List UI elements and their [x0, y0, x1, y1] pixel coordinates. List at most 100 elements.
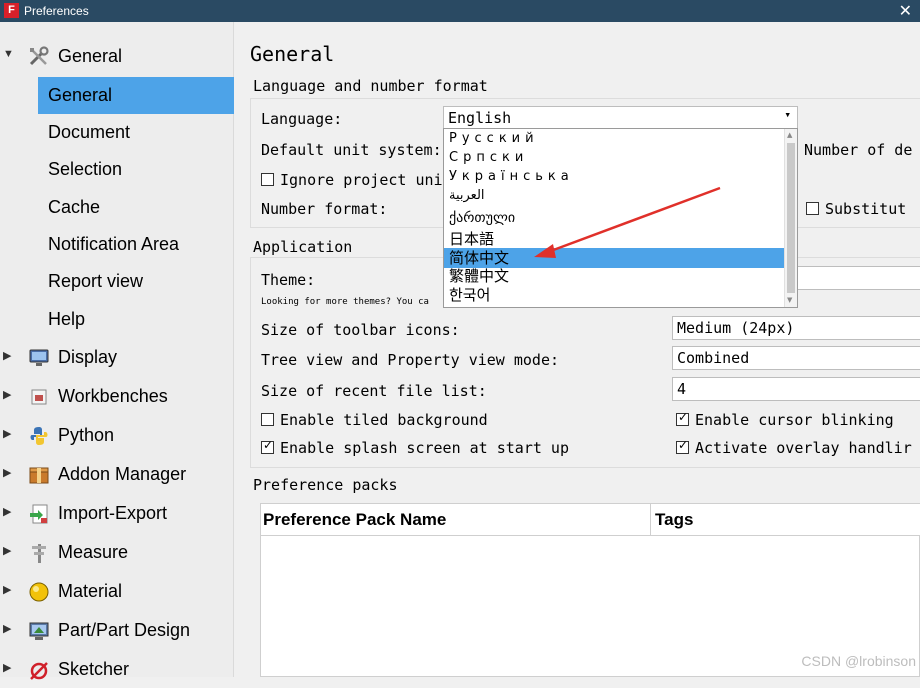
tree-group-material[interactable]: ▶ Material: [0, 573, 234, 610]
dropdown-scrollbar[interactable]: ▲ ▼: [784, 129, 797, 307]
checkbox-box[interactable]: [261, 173, 274, 186]
tree-mode-combo[interactable]: Combined: [672, 346, 920, 370]
tree-mode-label: Tree view and Property view mode:: [261, 351, 560, 369]
tree-group-part-design[interactable]: ▶ Part/Part Design: [0, 612, 234, 649]
tree-label: General: [58, 46, 123, 66]
collapsed-arrow-icon[interactable]: ▶: [3, 466, 11, 479]
tree-group-import-export[interactable]: ▶ Import-Export: [0, 495, 234, 532]
language-option[interactable]: 日本語: [444, 229, 785, 249]
collapsed-arrow-icon[interactable]: ▶: [3, 388, 11, 401]
checkbox-box[interactable]: [676, 410, 689, 426]
tree-group-display[interactable]: ▶ Display: [0, 339, 234, 376]
checkbox-label: Substitut: [825, 200, 907, 218]
tree-label: Notification Area: [48, 234, 180, 254]
tree-label: Cache: [48, 197, 101, 217]
collapsed-arrow-icon[interactable]: ▶: [3, 349, 11, 362]
language-option[interactable]: العربية: [444, 186, 785, 206]
checkbox-label: Ignore project uni: [280, 171, 443, 189]
group-title-preference-packs: Preference packs: [253, 476, 398, 494]
collapsed-arrow-icon[interactable]: ▶: [3, 505, 11, 518]
language-dropdown-list[interactable]: Русский Српски Українська العربية ქართულ…: [443, 128, 798, 308]
recent-files-spinbox[interactable]: 4: [672, 377, 920, 401]
tree-item-notification-area[interactable]: Notification Area: [0, 226, 234, 263]
tree-item-report-view[interactable]: Report view: [0, 263, 234, 300]
tree-group-addon-manager[interactable]: ▶ Addon Manager: [0, 456, 234, 493]
cursor-blinking-checkbox[interactable]: Enable cursor blinking: [676, 410, 894, 429]
scroll-down-icon[interactable]: ▼: [787, 296, 792, 304]
tree-label: General: [48, 85, 113, 105]
checkbox-box[interactable]: [806, 202, 819, 215]
collapsed-arrow-icon[interactable]: ▶: [3, 544, 11, 557]
close-icon[interactable]: ✕: [899, 1, 912, 21]
language-combo[interactable]: English ▾: [443, 106, 798, 130]
expanded-arrow-icon[interactable]: ▼: [3, 48, 14, 60]
group-title-application: Application: [253, 238, 353, 256]
tree-label: Measure: [58, 542, 129, 562]
table-header: Preference Pack Name Tags: [261, 504, 920, 536]
tree-label: Python: [58, 425, 115, 445]
tree-item-selection[interactable]: Selection: [0, 151, 234, 188]
language-option[interactable]: Українська: [444, 167, 785, 187]
monitor-icon: [29, 349, 49, 366]
tree-group-general[interactable]: ▼ General: [0, 38, 234, 75]
collapsed-arrow-icon[interactable]: ▶: [3, 622, 11, 635]
import-export-icon: [30, 504, 48, 524]
unit-system-label: Default unit system:: [261, 141, 442, 159]
number-format-label: Number format:: [261, 200, 388, 218]
tree-item-cache[interactable]: Cache: [0, 189, 234, 226]
column-divider: [650, 504, 651, 536]
spinbox-value: 4: [677, 380, 687, 398]
collapsed-arrow-icon[interactable]: ▶: [3, 583, 11, 596]
substitute-checkbox[interactable]: Substitut: [806, 200, 906, 218]
tree-label: Material: [58, 581, 123, 601]
toolbar-icons-label: Size of toolbar icons:: [261, 321, 460, 339]
tree-label: Workbenches: [58, 386, 168, 406]
language-option[interactable]: 한국어: [444, 285, 785, 305]
ignore-project-unit-checkbox[interactable]: Ignore project uni: [261, 171, 443, 189]
recent-files-label: Size of recent file list:: [261, 382, 487, 400]
language-label: Language:: [261, 110, 343, 128]
column-header-tags[interactable]: Tags: [655, 510, 693, 530]
language-option[interactable]: Русский: [444, 129, 785, 149]
page-title: General: [250, 42, 335, 66]
scroll-up-icon[interactable]: ▲: [787, 131, 792, 139]
tree-item-general[interactable]: General: [0, 77, 234, 114]
language-option[interactable]: Српски: [444, 148, 785, 168]
combo-value: Combined: [677, 349, 750, 367]
workbench-icon: [31, 389, 47, 405]
theme-label: Theme:: [261, 271, 316, 289]
checkbox-label: Enable splash screen at start up: [280, 439, 569, 457]
tree-group-measure[interactable]: ▶ Measure: [0, 534, 234, 571]
scrollbar-thumb[interactable]: [787, 143, 795, 293]
tree-label: Document: [48, 122, 131, 142]
checkbox-box[interactable]: [261, 413, 274, 426]
tree-group-python[interactable]: ▶ Python: [0, 417, 234, 454]
column-header-name[interactable]: Preference Pack Name: [263, 510, 446, 530]
part-design-icon: [29, 622, 49, 640]
checkbox-label: Enable tiled background: [280, 411, 488, 429]
tiled-background-checkbox[interactable]: Enable tiled background: [261, 411, 488, 429]
material-sphere-icon: [29, 582, 49, 602]
preference-packs-table[interactable]: Preference Pack Name Tags: [260, 503, 920, 677]
splash-screen-checkbox[interactable]: Enable splash screen at start up: [261, 438, 569, 457]
sketcher-icon: [30, 662, 48, 680]
tree-group-workbenches[interactable]: ▶ Workbenches: [0, 378, 234, 415]
checkbox-box[interactable]: [676, 438, 689, 454]
tree-item-document[interactable]: Document: [0, 114, 234, 151]
tree-label: Import-Export: [58, 503, 168, 523]
tree-group-sketcher[interactable]: ▶ Sketcher: [0, 651, 234, 688]
language-option[interactable]: 繁體中文: [444, 266, 785, 286]
window-title: Preferences: [24, 4, 89, 18]
language-option-highlighted[interactable]: 简体中文: [444, 248, 785, 268]
toolbar-icons-combo[interactable]: Medium (24px): [672, 316, 920, 340]
checkbox-box[interactable]: [261, 438, 274, 454]
overlay-handling-checkbox[interactable]: Activate overlay handlir: [676, 438, 912, 457]
tree-item-help[interactable]: Help: [0, 301, 234, 338]
chevron-down-icon: ▾: [784, 108, 791, 121]
tree-label: Display: [58, 347, 118, 367]
language-option[interactable]: ქართული: [444, 208, 785, 228]
themes-hint-link[interactable]: Looking for more themes? You ca: [261, 297, 429, 307]
collapsed-arrow-icon[interactable]: ▶: [3, 427, 11, 440]
combo-value: Medium (24px): [677, 319, 795, 337]
collapsed-arrow-icon[interactable]: ▶: [3, 661, 11, 674]
